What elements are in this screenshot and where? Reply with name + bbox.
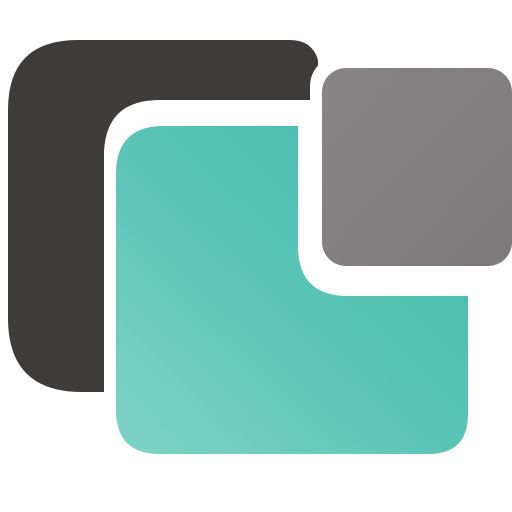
app-icon-canvas bbox=[0, 0, 512, 512]
app-logo-icon bbox=[8, 40, 512, 468]
gray-square-shape bbox=[322, 68, 512, 266]
